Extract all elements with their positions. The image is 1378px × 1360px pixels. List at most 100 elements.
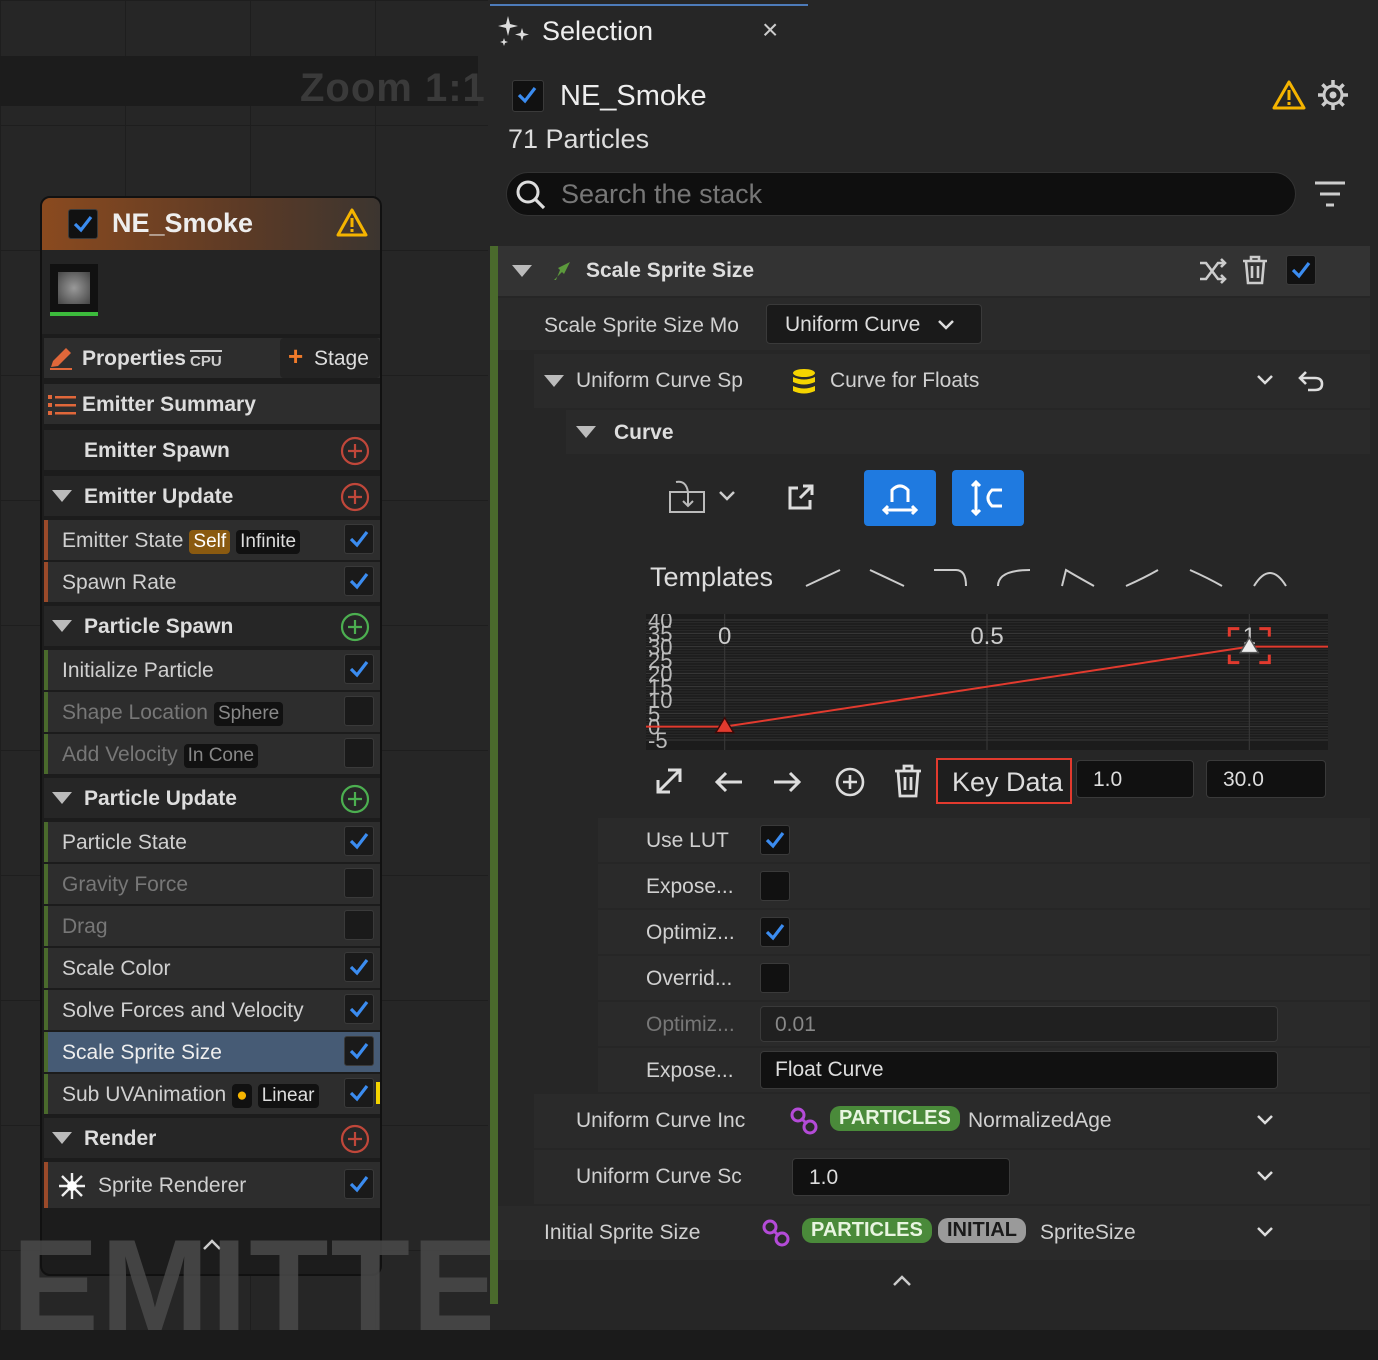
- collapse-arrow-icon[interactable]: [52, 490, 72, 502]
- curve-tangent-icon[interactable]: [668, 478, 708, 514]
- curve-templates[interactable]: [804, 564, 1294, 592]
- shape-location-row[interactable]: Shape Location Sphere: [44, 692, 380, 732]
- scale-color-checkbox[interactable]: [344, 952, 374, 982]
- node-header[interactable]: NE_Smoke: [42, 198, 380, 250]
- add-module-icon[interactable]: [340, 784, 370, 814]
- add-module-icon[interactable]: [340, 1124, 370, 1154]
- emitter-node[interactable]: NE_Smoke Properties CPU + Stage Emitter …: [40, 196, 382, 1276]
- gravity-force-checkbox[interactable]: [344, 868, 374, 898]
- add-key-icon[interactable]: [834, 766, 866, 798]
- initialize-particle-row[interactable]: Initialize Particle: [44, 650, 380, 690]
- render-label: Render: [84, 1127, 157, 1150]
- emitter-thumbnail[interactable]: [50, 264, 98, 312]
- add-stage-button[interactable]: + Stage: [280, 338, 380, 378]
- curve-scale-input[interactable]: 1.0: [792, 1158, 1010, 1196]
- spawn-rate-checkbox[interactable]: [344, 566, 374, 596]
- warning-icon[interactable]: [1272, 80, 1306, 110]
- sub-uv-checkbox[interactable]: [344, 1078, 374, 1108]
- expose1-checkbox[interactable]: [760, 871, 790, 901]
- scale-color-row[interactable]: Scale Color: [44, 948, 380, 988]
- chevron-down-icon[interactable]: [1256, 1114, 1274, 1126]
- emitter-state-row[interactable]: Emitter State Self Infinite: [44, 520, 380, 560]
- search-input[interactable]: Search the stack: [506, 172, 1296, 216]
- particle-spawn-section[interactable]: Particle Spawn: [44, 606, 380, 646]
- mode-dropdown[interactable]: Uniform Curve: [766, 304, 982, 344]
- sprite-icon: [59, 1173, 85, 1199]
- scale-sprite-size-checkbox[interactable]: [344, 1036, 374, 1066]
- key-value-input[interactable]: 30.0: [1206, 760, 1326, 798]
- chevron-down-icon[interactable]: [1256, 1170, 1274, 1182]
- solve-forces-row[interactable]: Solve Forces and Velocity: [44, 990, 380, 1030]
- arrow-left-icon[interactable]: [714, 770, 744, 794]
- use-lut-checkbox[interactable]: [760, 825, 790, 855]
- curve-editor[interactable]: Templates 4035302520151050-5 00.51 Key D…: [598, 542, 1370, 818]
- curve-index-value[interactable]: NormalizedAge: [968, 1109, 1112, 1133]
- expose2-input[interactable]: Float Curve: [760, 1051, 1278, 1089]
- chevron-up-icon[interactable]: [892, 1274, 912, 1286]
- section-title: Scale Sprite Size: [586, 259, 755, 282]
- emitter-spawn-section[interactable]: Emitter Spawn: [44, 430, 380, 470]
- snap-time-button[interactable]: [864, 470, 936, 526]
- emitter-update-section[interactable]: Emitter Update: [44, 476, 380, 516]
- add-velocity-checkbox[interactable]: [344, 738, 374, 768]
- curve-plot[interactable]: 4035302520151050-5 00.51: [646, 614, 1328, 750]
- sprite-renderer-row[interactable]: Sprite Renderer: [44, 1162, 380, 1208]
- add-module-icon[interactable]: [340, 436, 370, 466]
- arrow-right-icon[interactable]: [772, 770, 802, 794]
- gravity-force-row[interactable]: Gravity Force: [44, 864, 380, 904]
- collapse-arrow-icon[interactable]: [544, 375, 564, 387]
- chevron-down-icon[interactable]: [1256, 1226, 1274, 1238]
- add-module-icon[interactable]: [340, 482, 370, 512]
- spawn-rate-row[interactable]: Spawn Rate: [44, 562, 380, 602]
- sub-uv-row[interactable]: Sub UVAnimation ● Linear: [44, 1074, 380, 1114]
- override-checkbox[interactable]: [760, 963, 790, 993]
- scale-sprite-size-row[interactable]: Scale Sprite Size: [44, 1032, 380, 1072]
- optimize2-input[interactable]: 0.01: [760, 1006, 1278, 1042]
- optimize2-value: 0.01: [775, 1013, 816, 1036]
- expand-icon[interactable]: [654, 766, 684, 796]
- particle-state-label: Particle State: [62, 831, 187, 854]
- trash-icon[interactable]: [1242, 255, 1268, 285]
- key-time-input[interactable]: 1.0: [1076, 760, 1194, 798]
- filter-icon[interactable]: [1314, 180, 1346, 208]
- collapse-row[interactable]: [498, 1262, 1370, 1302]
- open-external-icon[interactable]: [786, 484, 814, 512]
- sprite-renderer-checkbox[interactable]: [344, 1169, 374, 1199]
- particle-state-checkbox[interactable]: [344, 826, 374, 856]
- render-section[interactable]: Render: [44, 1118, 380, 1158]
- collapse-arrow-icon[interactable]: [576, 426, 596, 438]
- delete-key-icon[interactable]: [894, 764, 922, 798]
- chevron-down-icon[interactable]: [718, 490, 736, 502]
- add-velocity-row[interactable]: Add Velocity In Cone: [44, 734, 380, 774]
- warning-icon[interactable]: [336, 208, 368, 237]
- snap-value-button[interactable]: [952, 470, 1024, 526]
- collapse-arrow-icon[interactable]: [52, 792, 72, 804]
- drag-checkbox[interactable]: [344, 910, 374, 940]
- optimize1-checkbox[interactable]: [760, 917, 790, 947]
- emitter-summary-row[interactable]: Emitter Summary: [44, 384, 380, 424]
- drag-row[interactable]: Drag: [44, 906, 380, 946]
- shuffle-icon[interactable]: [1198, 257, 1228, 285]
- particle-state-row[interactable]: Particle State: [44, 822, 380, 862]
- emitter-state-checkbox[interactable]: [344, 524, 374, 554]
- solve-forces-checkbox[interactable]: [344, 994, 374, 1024]
- emitter-enable-checkbox[interactable]: [512, 80, 544, 112]
- node-enable-checkbox[interactable]: [68, 209, 98, 239]
- shape-location-checkbox[interactable]: [344, 696, 374, 726]
- reset-arrow-icon[interactable]: [1298, 370, 1324, 392]
- collapse-arrow-icon[interactable]: [52, 620, 72, 632]
- initialize-particle-checkbox[interactable]: [344, 654, 374, 684]
- collapse-arrow-icon[interactable]: [512, 265, 532, 277]
- properties-row[interactable]: Properties CPU + Stage: [44, 338, 380, 378]
- module-enable-checkbox[interactable]: [1286, 255, 1316, 285]
- gear-icon[interactable]: [1316, 78, 1350, 112]
- selection-tab[interactable]: Selection ×: [490, 4, 808, 56]
- scale-sprite-size-header[interactable]: Scale Sprite Size: [498, 246, 1370, 296]
- initial-value[interactable]: SpriteSize: [1040, 1221, 1136, 1245]
- collapse-arrow-icon[interactable]: [52, 1132, 72, 1144]
- add-module-icon[interactable]: [340, 612, 370, 642]
- tab-close-button[interactable]: ×: [762, 14, 778, 46]
- particle-update-section[interactable]: Particle Update: [44, 778, 380, 818]
- chevron-down-icon[interactable]: [1256, 374, 1274, 386]
- uniform-curve-value[interactable]: Curve for Floats: [830, 369, 979, 393]
